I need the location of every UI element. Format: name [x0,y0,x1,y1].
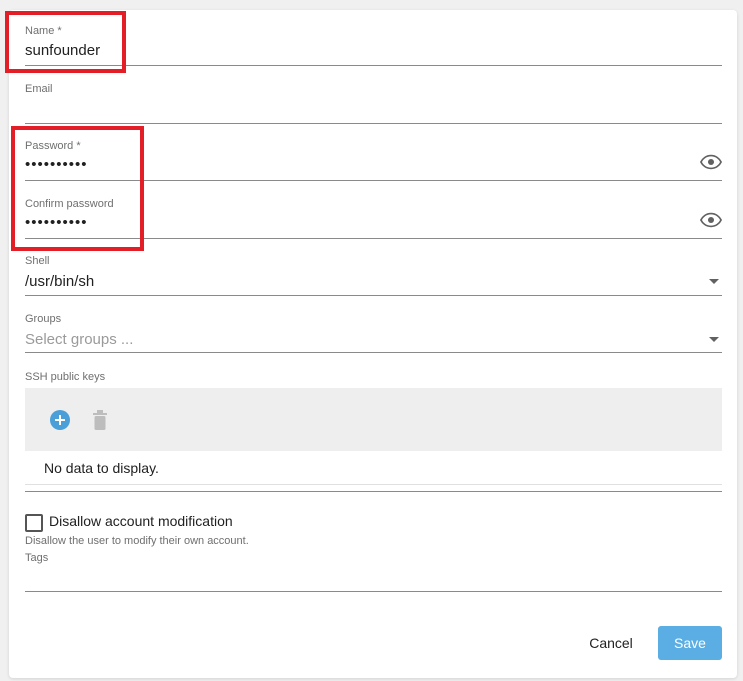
groups-select[interactable]: Groups Select groups ... [25,310,722,354]
trash-icon[interactable] [93,410,107,430]
ssh-keys-empty-text: No data to display. [44,460,159,476]
chevron-down-icon[interactable] [709,279,719,284]
email-field[interactable]: Email [25,80,722,124]
shell-value[interactable]: /usr/bin/sh [25,273,94,290]
tags-field[interactable]: Tags [25,549,722,593]
groups-underline [25,352,722,353]
shell-select[interactable]: Shell /usr/bin/sh [25,252,722,296]
name-annotation-box [5,11,126,73]
ssh-keys-divider-top [25,484,722,485]
ssh-keys-divider-bottom [25,491,722,492]
add-key-icon[interactable] [50,410,70,430]
shell-underline [25,295,722,296]
eye-icon[interactable] [700,154,722,170]
shell-label: Shell [25,255,50,267]
email-underline [25,123,722,124]
password-annotation-box [11,126,144,251]
ssh-keys-label: SSH public keys [25,371,106,383]
email-label: Email [25,83,53,95]
disallow-checkbox[interactable] [25,514,43,532]
save-button[interactable]: Save [658,626,722,660]
groups-placeholder[interactable]: Select groups ... [25,331,133,348]
ssh-keys-toolbar [25,388,722,451]
tags-underline [25,591,722,592]
disallow-hint: Disallow the user to modify their own ac… [25,535,249,547]
disallow-label[interactable]: Disallow account modification [49,513,233,529]
name-underline [25,65,722,66]
chevron-down-icon[interactable] [709,337,719,342]
name-field[interactable]: Name * sunfounder [25,22,722,66]
tags-label: Tags [25,552,49,564]
eye-icon[interactable] [700,212,722,228]
cancel-button[interactable]: Cancel [579,626,643,660]
groups-label: Groups [25,313,62,325]
